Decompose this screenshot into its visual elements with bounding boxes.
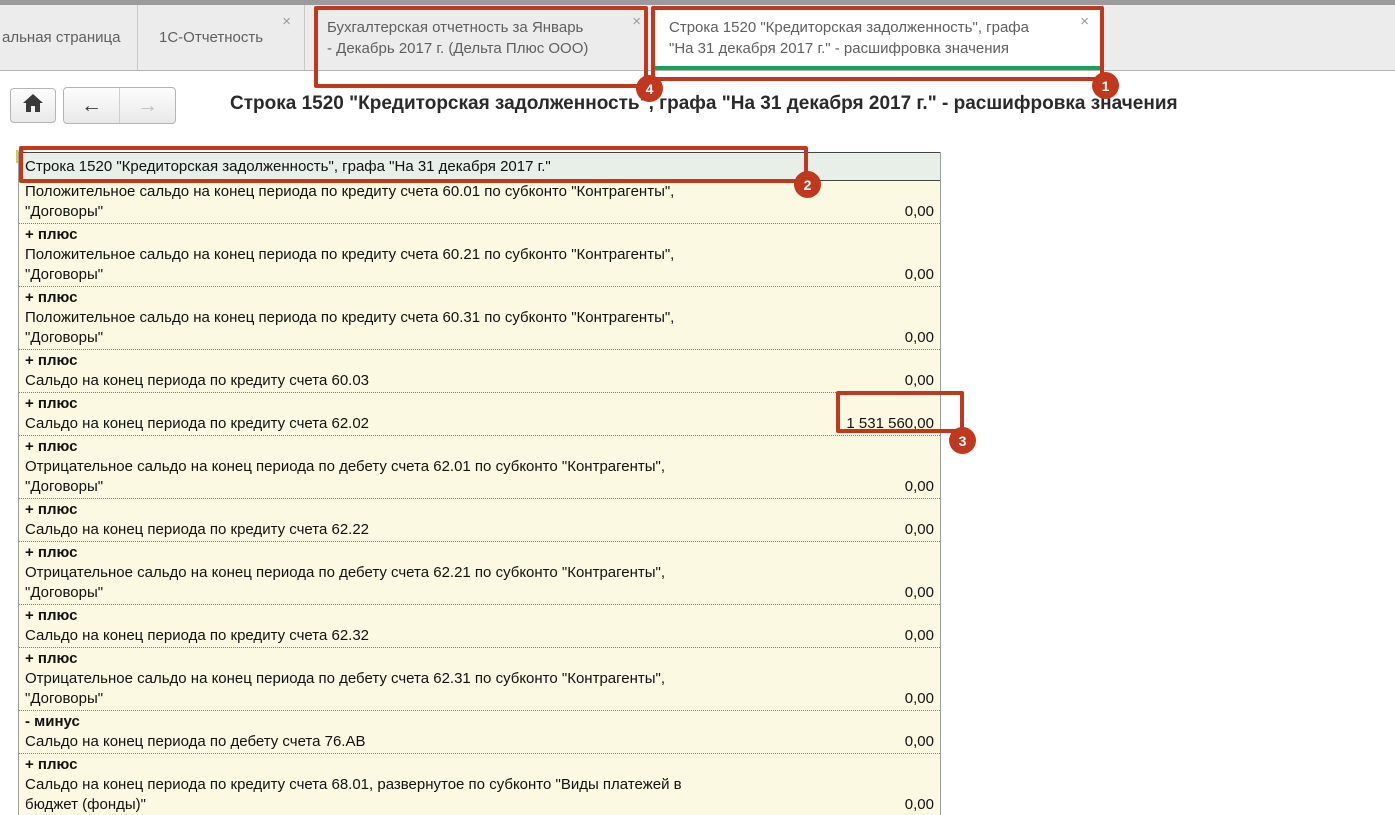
row-description: Сальдо на конец периода по кредиту счета… xyxy=(25,627,370,644)
row-description: Отрицательное сальдо на конец периода по… xyxy=(25,564,666,581)
breakdown-rows: Положительное сальдо на конец периода по… xyxy=(19,181,940,815)
table-row[interactable]: + плюс Отрицательное сальдо на конец пери… xyxy=(19,436,940,499)
tab-1[interactable]: 1С-Отчетность × xyxy=(138,5,305,70)
row-value: 0,00 xyxy=(904,521,934,538)
row-description: "Договоры" xyxy=(25,690,104,707)
row-description: Отрицательное сальдо на конец периода по… xyxy=(25,670,666,687)
table-row[interactable]: - минус Сальдо на конец периода по дебету… xyxy=(19,711,940,754)
tab-label: Бухгалтерская отчетность за Январь - Дека… xyxy=(327,18,589,57)
history-nav-group: ← → xyxy=(63,87,176,124)
row-operator: + плюс xyxy=(25,650,78,667)
page-title: Строка 1520 "Кредиторская задолженность"… xyxy=(230,93,1178,114)
row-value: 0,00 xyxy=(904,266,934,283)
table-row[interactable]: + плюс Положительное сальдо на конец пери… xyxy=(19,287,940,350)
row-description: Сальдо на конец периода по кредиту счета… xyxy=(25,521,370,538)
row-value: 0,00 xyxy=(904,584,934,601)
table-row[interactable]: Положительное сальдо на конец периода по… xyxy=(19,181,940,224)
tab-bar-rest xyxy=(1103,5,1395,70)
app-window: альная страница 1С-Отчетность × Бухгалтерск… xyxy=(0,0,1395,815)
tab-2[interactable]: Бухгалтерская отчетность за Январь - Дека… xyxy=(305,5,655,70)
row-value: 0,00 xyxy=(904,478,934,495)
tab-0[interactable]: альная страница xyxy=(0,5,138,70)
table-row[interactable]: + плюс Сальдо на конец периода по кредиту… xyxy=(19,605,940,648)
row-description: "Договоры" xyxy=(25,584,104,601)
row-description: Сальдо на конец периода по кредиту счета… xyxy=(25,372,370,389)
row-operator: - минус xyxy=(25,713,80,730)
row-operator: + плюс xyxy=(25,544,78,561)
table-row[interactable]: + плюс Сальдо на конец периода по кредиту… xyxy=(19,350,940,393)
row-operator: + плюс xyxy=(25,289,78,306)
row-description: Положительное сальдо на конец периода по… xyxy=(25,246,675,263)
breakdown-table: Строка 1520 "Кредиторская задолженность"… xyxy=(18,152,941,815)
row-description: "Договоры" xyxy=(25,266,104,283)
arrow-left-icon: ← xyxy=(81,93,102,117)
row-description: Положительное сальдо на конец периода по… xyxy=(25,309,675,326)
tab-label: 1С-Отчетность xyxy=(159,29,264,46)
table-header-cell[interactable]: Строка 1520 "Кредиторская задолженность"… xyxy=(19,152,940,181)
back-button[interactable]: ← xyxy=(64,88,120,123)
row-description: Сальдо на конец периода по кредиту счета… xyxy=(25,415,370,432)
row-operator: + плюс xyxy=(25,438,78,455)
table-row[interactable]: + плюс Сальдо на конец периода по кредиту… xyxy=(19,754,940,815)
row-value: 0,00 xyxy=(904,329,934,346)
close-icon[interactable]: × xyxy=(632,14,641,29)
forward-button[interactable]: → xyxy=(120,88,175,123)
row-value: 0,00 xyxy=(904,733,934,750)
row-description: Положительное сальдо на конец периода по… xyxy=(25,183,675,200)
tab-3[interactable]: Строка 1520 "Кредиторская задолженность"… xyxy=(655,5,1103,70)
row-description: "Договоры" xyxy=(25,329,104,346)
row-operator: + плюс xyxy=(25,607,78,624)
row-value: 0,00 xyxy=(904,796,934,813)
row-description: "Договоры" xyxy=(25,478,104,495)
arrow-right-icon: → xyxy=(137,93,158,117)
home-icon xyxy=(23,94,43,117)
table-row[interactable]: + плюс Сальдо на конец периода по кредиту… xyxy=(19,393,940,436)
row-value: 0,00 xyxy=(904,372,934,389)
row-operator: + плюс xyxy=(25,501,78,518)
table-row[interactable]: + плюс Отрицательное сальдо на конец пери… xyxy=(19,648,940,711)
table-row[interactable]: + плюс Положительное сальдо на конец пери… xyxy=(19,224,940,287)
row-description: Отрицательное сальдо на конец периода по… xyxy=(25,458,666,475)
table-row[interactable]: + плюс Сальдо на конец периода по кредиту… xyxy=(19,499,940,542)
row-description: Сальдо на конец периода по дебету счета … xyxy=(25,733,366,750)
row-value: 0,00 xyxy=(904,203,934,220)
row-description: "Договоры" xyxy=(25,203,104,220)
row-value: 1 531 560,00 xyxy=(846,415,934,432)
active-tab-indicator xyxy=(655,66,1102,70)
row-operator: + плюс xyxy=(25,226,78,243)
row-description: бюджет (фонды)" xyxy=(25,796,146,813)
row-value: 0,00 xyxy=(904,627,934,644)
tab-bar: альная страница 1С-Отчетность × Бухгалтерск… xyxy=(0,0,1395,71)
home-button[interactable] xyxy=(10,88,56,123)
close-icon[interactable]: × xyxy=(282,14,291,29)
close-icon[interactable]: × xyxy=(1080,14,1089,29)
row-operator: + плюс xyxy=(25,352,78,369)
tab-label: Строка 1520 "Кредиторская задолженность"… xyxy=(669,18,1029,57)
row-value: 0,00 xyxy=(904,690,934,707)
table-row[interactable]: + плюс Отрицательное сальдо на конец пери… xyxy=(19,542,940,605)
annotation-badge-3: 3 xyxy=(949,427,976,454)
tab-label: альная страница xyxy=(2,29,121,46)
row-operator: + плюс xyxy=(25,395,78,412)
row-operator: + плюс xyxy=(25,756,78,773)
row-description: Сальдо на конец периода по кредиту счета… xyxy=(25,776,682,793)
